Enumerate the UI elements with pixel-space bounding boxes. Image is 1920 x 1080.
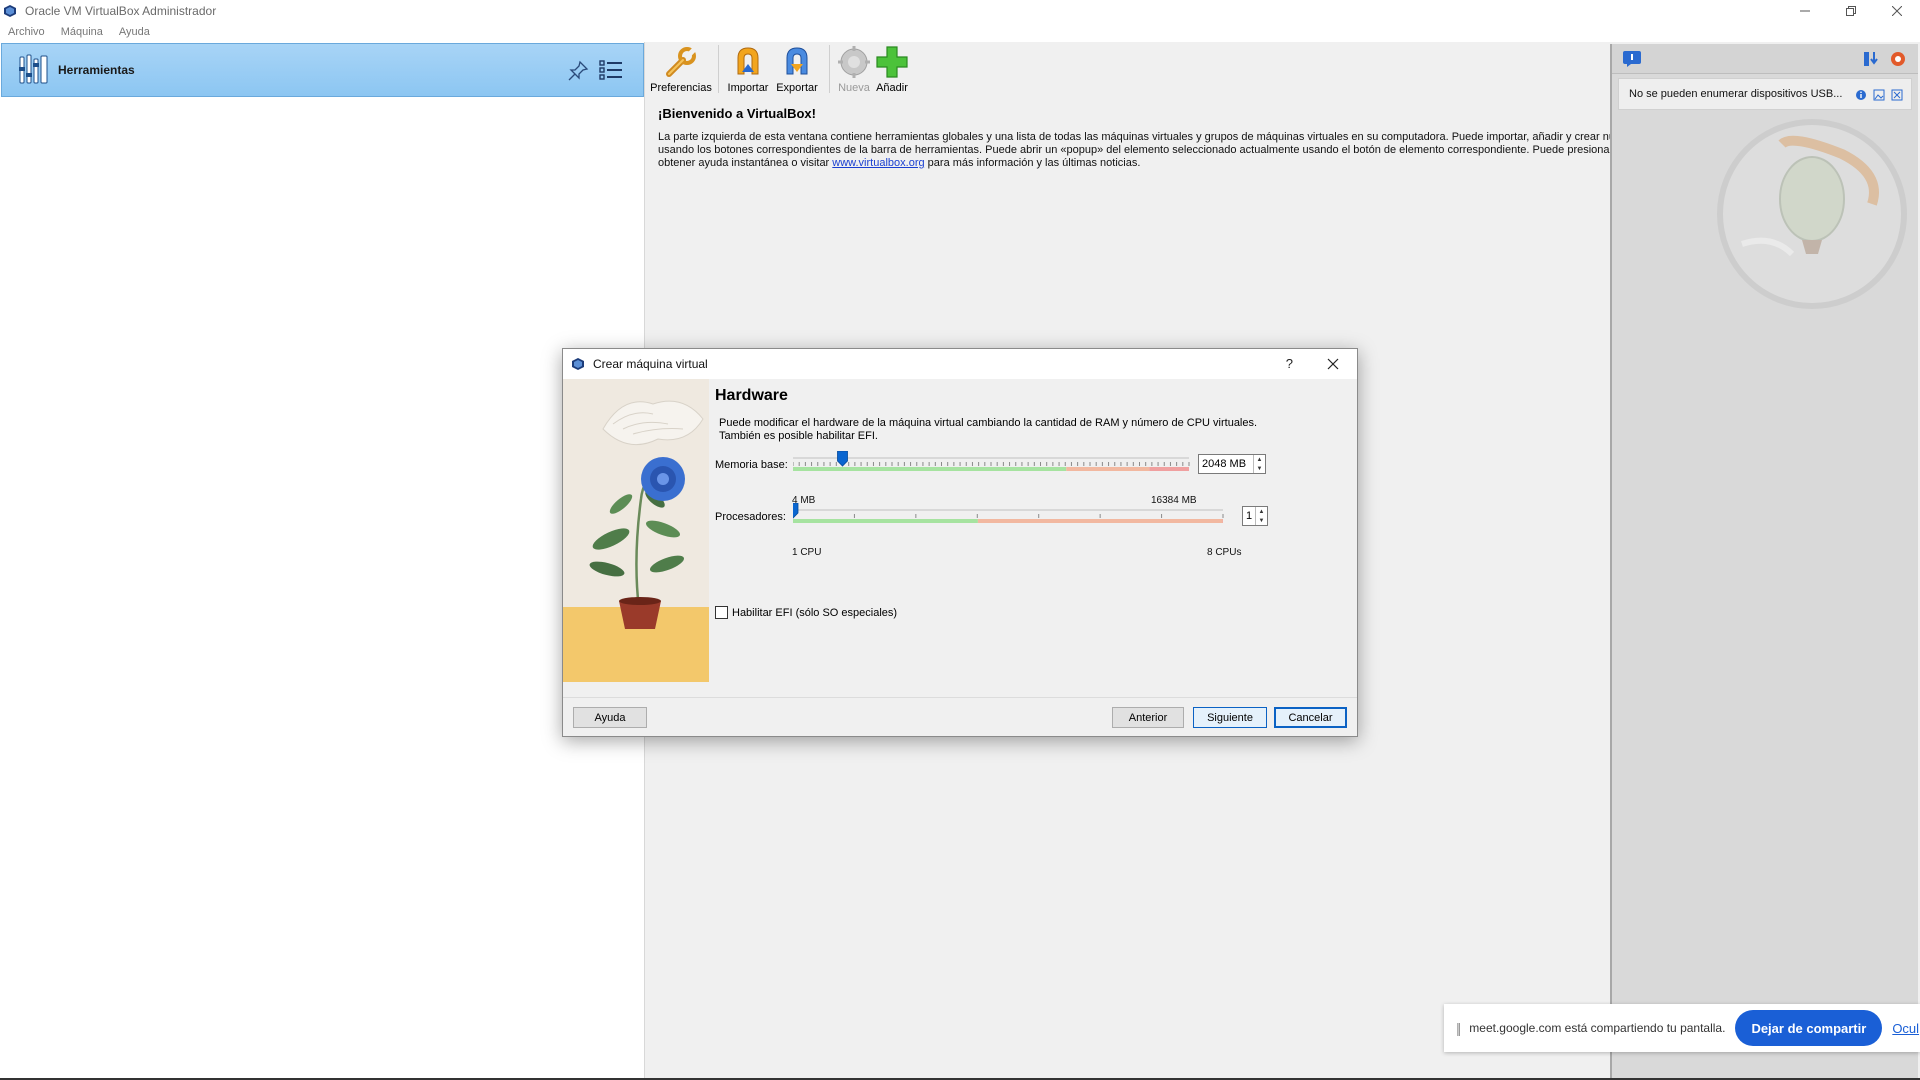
welcome-panel: ¡Bienvenido a VirtualBox! La parte izqui… — [658, 106, 1698, 170]
close-icon — [1892, 6, 1902, 16]
minimize-button[interactable] — [1782, 0, 1828, 22]
cancel-button[interactable]: Cancelar — [1274, 707, 1347, 728]
virtualbox-link[interactable]: www.virtualbox.org — [832, 157, 924, 169]
efi-checkbox[interactable] — [715, 606, 728, 619]
restore-button[interactable] — [1828, 0, 1874, 22]
memory-slider[interactable] — [793, 451, 1193, 477]
tools-label: Herramientas — [58, 63, 135, 77]
import-icon — [737, 47, 759, 75]
restore-icon — [1846, 6, 1856, 16]
slider-range-band — [1066, 467, 1150, 471]
slider-groove — [793, 509, 1223, 511]
pin-icon[interactable] — [567, 60, 589, 82]
add-icon — [876, 46, 908, 78]
record-icon[interactable] — [1888, 50, 1908, 68]
spin-down-icon[interactable]: ▼ — [1259, 518, 1265, 524]
import-button[interactable]: Importar — [725, 42, 771, 96]
main-toolbar: Preferencias Importar Exportar Nueva Aña… — [650, 42, 912, 96]
slider-range-band — [1149, 467, 1189, 471]
spin-up-icon[interactable]: ▲ — [1259, 509, 1265, 515]
toolbar-separator — [718, 45, 719, 93]
cpu-min-label: 1 CPU — [792, 547, 822, 558]
cpu-spinbox[interactable]: 1 ▲ ▼ — [1242, 506, 1268, 526]
slider-handle[interactable] — [837, 451, 848, 467]
close-window-button[interactable] — [1874, 0, 1920, 22]
slider-range-band — [793, 467, 1067, 471]
virtualbox-app-icon — [4, 5, 16, 17]
usb-message: No se pueden enumerar dispositivos USB..… — [1629, 88, 1843, 100]
preferences-icon — [666, 47, 696, 77]
slider-range-band — [977, 519, 1223, 523]
dialog-footer: Ayuda Anterior Siguiente Cancelar — [563, 697, 1357, 736]
toolbar-separator — [829, 45, 830, 93]
efi-label: Habilitar EFI (sólo SO especiales) — [732, 606, 898, 619]
usb-notification: No se pueden enumerar dispositivos USB..… — [1618, 78, 1912, 110]
slider-handle[interactable] — [793, 503, 799, 519]
tools-icon — [19, 54, 48, 84]
wizard-flower-illustration — [563, 379, 709, 682]
dialog-title: Crear máquina virtual — [593, 357, 708, 371]
info-icon[interactable] — [1855, 89, 1867, 101]
drag-handle-icon[interactable]: || — [1456, 1020, 1461, 1036]
screen-share-bar: || meet.google.com está compartiendo tu … — [1444, 1004, 1920, 1052]
cpu-label: Procesadores: — [715, 511, 786, 523]
context-help-button[interactable]: ? — [1286, 356, 1293, 371]
dialog-body: Hardware Puede modificar el hardware de … — [563, 379, 1357, 697]
window-titlebar: Oracle VM VirtualBox Administrador — [0, 0, 1920, 22]
preferences-button[interactable]: Preferencias — [650, 42, 712, 96]
side-overlay-panel: No se pueden enumerar dispositivos USB..… — [1610, 44, 1918, 1078]
window-controls — [1782, 0, 1920, 22]
welcome-title: ¡Bienvenido a VirtualBox! — [658, 106, 816, 121]
add-button[interactable]: Añadir — [872, 42, 912, 96]
page-heading: Hardware — [715, 387, 788, 404]
image-icon[interactable] — [1873, 89, 1885, 101]
virtualbox-dialog-icon — [572, 358, 584, 370]
share-status-text: meet.google.com está compartiendo tu pan… — [1469, 1021, 1726, 1035]
machine-list-pane: Herramientas — [0, 42, 645, 1078]
cpu-value: 1 — [1246, 510, 1253, 522]
welcome-text: La parte izquierda de esta ventana conti… — [658, 131, 1698, 170]
slider-range-band — [793, 519, 978, 523]
menu-ayuda[interactable]: Ayuda — [111, 26, 158, 38]
balloon-watermark-icon — [1717, 119, 1907, 309]
menu-archivo[interactable]: Archivo — [0, 26, 53, 38]
window-title: Oracle VM VirtualBox Administrador — [25, 4, 217, 18]
overlay-toolbar — [1612, 44, 1918, 74]
page-description: Puede modificar el hardware de la máquin… — [719, 417, 1258, 442]
list-menu-icon[interactable] — [599, 58, 623, 82]
cpu-max-label: 8 CPUs — [1207, 547, 1242, 558]
memory-stepper-arrows[interactable]: ▲ ▼ — [1253, 455, 1265, 473]
memory-label: Memoria base: — [715, 459, 788, 471]
export-button[interactable]: Exportar — [771, 42, 823, 96]
hide-link[interactable]: Ocul — [1892, 1021, 1919, 1036]
cpu-stepper-arrows[interactable]: ▲ ▼ — [1255, 507, 1267, 525]
new-icon — [838, 46, 870, 78]
dismiss-icon[interactable] — [1891, 89, 1903, 101]
minimize-icon — [1800, 10, 1810, 12]
chat-icon[interactable] — [1622, 50, 1642, 68]
menubar: Archivo Máquina Ayuda — [0, 22, 1920, 42]
spin-down-icon[interactable]: ▼ — [1257, 466, 1263, 472]
hardware-page: Hardware Puede modificar el hardware de … — [713, 379, 1353, 679]
efi-option[interactable]: Habilitar EFI (sólo SO especiales) — [715, 606, 897, 619]
menu-maquina[interactable]: Máquina — [53, 26, 111, 38]
memory-value: 2048 MB — [1202, 458, 1247, 470]
download-icon[interactable] — [1862, 50, 1880, 68]
dialog-close-icon[interactable] — [1323, 354, 1343, 374]
tools-item[interactable]: Herramientas — [1, 43, 644, 97]
dialog-titlebar: Crear máquina virtual ? — [563, 349, 1357, 379]
next-button[interactable]: Siguiente — [1193, 707, 1267, 728]
slider-groove — [793, 457, 1189, 459]
cpu-slider[interactable] — [793, 503, 1227, 529]
back-button[interactable]: Anterior — [1112, 707, 1184, 728]
help-button[interactable]: Ayuda — [573, 707, 647, 728]
spin-up-icon[interactable]: ▲ — [1257, 457, 1263, 463]
memory-spinbox[interactable]: 2048 MB ▲ ▼ — [1198, 454, 1266, 474]
export-icon — [786, 47, 808, 75]
stop-sharing-button[interactable]: Dejar de compartir — [1735, 1010, 1883, 1046]
new-vm-button[interactable]: Nueva — [836, 42, 872, 96]
create-vm-dialog: Crear máquina virtual ? Hardware Puede m… — [562, 348, 1358, 737]
